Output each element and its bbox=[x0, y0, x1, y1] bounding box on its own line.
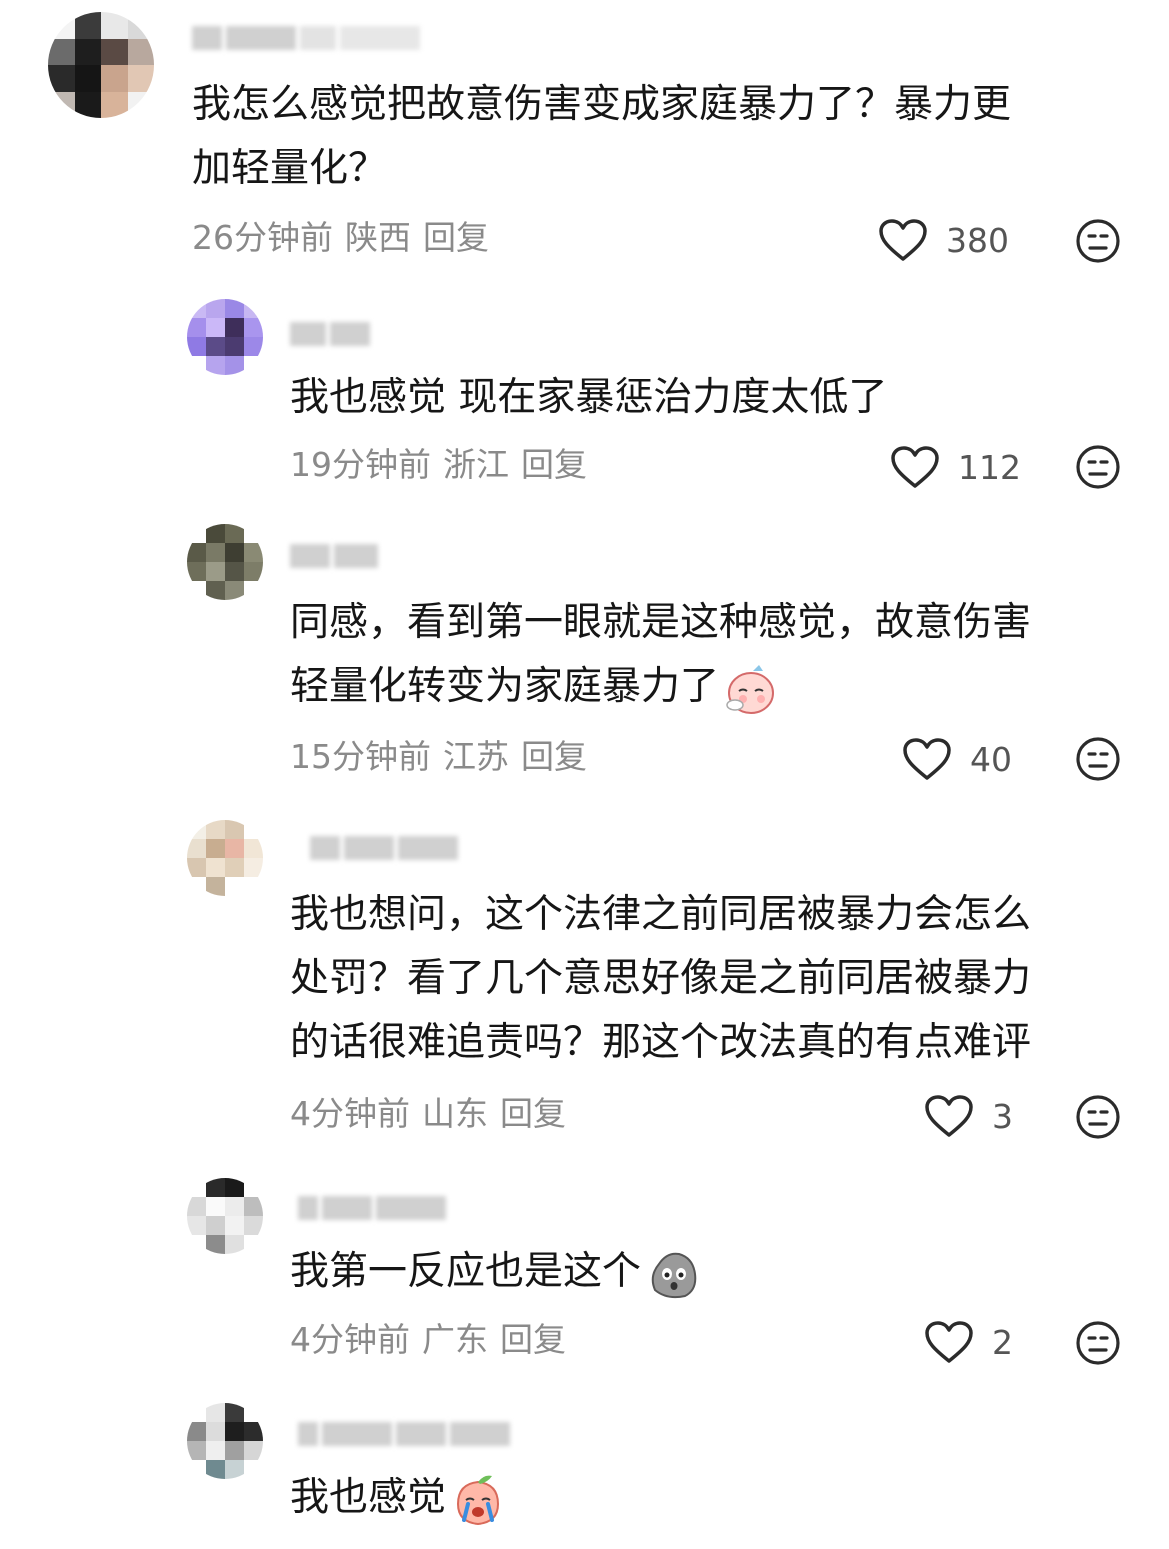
comment-text-line: 轻量化转变为家庭暴力了 bbox=[290, 664, 720, 709]
heart-icon bbox=[903, 738, 951, 780]
dislike-face-icon[interactable] bbox=[1075, 444, 1121, 490]
sighing-face-emoji bbox=[726, 664, 775, 714]
dislike-face-icon[interactable] bbox=[1075, 218, 1121, 264]
like-count: 3 bbox=[992, 1096, 1013, 1136]
like-button[interactable]: 40 bbox=[902, 735, 1012, 783]
username-blurred[interactable] bbox=[192, 22, 424, 52]
comment-text: 我也感觉 现在家暴惩治力度太低了 bbox=[290, 366, 887, 430]
dislike-face-icon[interactable] bbox=[1075, 736, 1121, 782]
comment-text-line: 处罚？看了几个意思好像是之前同居被暴力 bbox=[290, 956, 1032, 1001]
like-button[interactable]: 380 bbox=[878, 216, 1009, 264]
comment-meta: 19分钟前 浙江 回复 bbox=[290, 445, 599, 485]
avatar[interactable] bbox=[187, 1403, 263, 1479]
like-button[interactable]: 3 bbox=[924, 1092, 1013, 1140]
comment-text-line: 我也感觉 bbox=[290, 1475, 447, 1520]
comment-location: 山东 bbox=[422, 1094, 488, 1133]
comment-text: 我第一反应也是这个 bbox=[290, 1240, 701, 1304]
like-button[interactable]: 112 bbox=[890, 443, 1021, 491]
comment-time: 4分钟前 bbox=[290, 1320, 410, 1359]
comment-text-line: 的话很难追责吗？那这个改法真的有点难评 bbox=[290, 1020, 1032, 1065]
heart-icon bbox=[925, 1095, 973, 1137]
comment-meta: 15分钟前 江苏 回复 bbox=[290, 737, 599, 777]
dislike-face-icon[interactable] bbox=[1075, 1320, 1121, 1366]
comment-text-line: 我也想问，这个法律之前同居被暴力会怎么 bbox=[290, 892, 1032, 937]
comment-time: 4分钟前 bbox=[290, 1094, 410, 1133]
comment-location: 浙江 bbox=[443, 445, 509, 484]
comment-location: 江苏 bbox=[443, 737, 509, 776]
like-count: 112 bbox=[958, 447, 1021, 487]
reply-button[interactable]: 回复 bbox=[500, 1094, 566, 1133]
reply-button[interactable]: 回复 bbox=[500, 1320, 566, 1359]
comment-text-line: 我也感觉 现在家暴惩治力度太低了 bbox=[290, 375, 888, 420]
heart-icon bbox=[891, 446, 939, 488]
avatar[interactable] bbox=[187, 1178, 263, 1254]
reply-button[interactable]: 回复 bbox=[521, 445, 587, 484]
comment-text: 我也感觉 bbox=[290, 1466, 506, 1530]
heart-icon bbox=[879, 219, 927, 261]
comment-meta: 26分钟前 陕西 回复 bbox=[192, 218, 501, 258]
avatar[interactable] bbox=[48, 12, 154, 118]
comment-time: 15分钟前 bbox=[290, 737, 431, 776]
avatar[interactable] bbox=[187, 820, 263, 896]
like-count: 2 bbox=[992, 1322, 1013, 1362]
dislike-face-icon[interactable] bbox=[1075, 1094, 1121, 1140]
comment-location: 陕西 bbox=[345, 218, 411, 257]
username-blurred[interactable] bbox=[290, 540, 382, 570]
comment-text-line: 加轻量化？ bbox=[192, 146, 388, 191]
comment-text: 我怎么感觉把故意伤害变成家庭暴力了？暴力更 加轻量化？ bbox=[192, 73, 1011, 201]
reply-button[interactable]: 回复 bbox=[521, 737, 587, 776]
avatar[interactable] bbox=[187, 524, 263, 600]
username-blurred[interactable] bbox=[298, 1418, 514, 1448]
comment-meta: 4分钟前 广东 回复 bbox=[290, 1320, 578, 1360]
username-blurred[interactable] bbox=[290, 318, 374, 348]
username-blurred[interactable] bbox=[298, 1192, 450, 1222]
comment-text-line: 我第一反应也是这个 bbox=[290, 1249, 642, 1294]
comment-location: 广东 bbox=[422, 1320, 488, 1359]
comment-time: 19分钟前 bbox=[290, 445, 431, 484]
crying-peach-emoji bbox=[457, 1475, 500, 1525]
username-blurred[interactable] bbox=[310, 832, 462, 862]
like-count: 40 bbox=[970, 739, 1012, 779]
comment-meta: 4分钟前 山东 回复 bbox=[290, 1094, 578, 1134]
comment-text: 我也想问，这个法律之前同居被暴力会怎么 处罚？看了几个意思好像是之前同居被暴力 … bbox=[290, 883, 1031, 1075]
comment-text-line: 同感，看到第一眼就是这种感觉，故意伤害 bbox=[290, 600, 1032, 645]
like-button[interactable]: 2 bbox=[924, 1318, 1013, 1366]
like-count: 380 bbox=[946, 220, 1009, 260]
reply-button[interactable]: 回复 bbox=[423, 218, 489, 257]
comment-text-line-with-emoji: 我也感觉 bbox=[290, 1466, 506, 1530]
comment-item: 我怎么感觉把故意伤害变成家庭暴力了？暴力更 加轻量化？ 26分钟前 陕西 回复 38… bbox=[0, 0, 1169, 270]
comment-time: 26分钟前 bbox=[192, 218, 333, 257]
comment-text-line-with-emoji: 我第一反应也是这个 bbox=[290, 1240, 701, 1304]
heart-icon bbox=[925, 1321, 973, 1363]
comment-text: 同感，看到第一眼就是这种感觉，故意伤害 轻量化转变为家庭暴力了 bbox=[290, 591, 1031, 719]
shocked-rock-emoji bbox=[651, 1252, 697, 1298]
comment-text-line: 我怎么感觉把故意伤害变成家庭暴力了？暴力更 bbox=[192, 82, 1012, 127]
avatar[interactable] bbox=[187, 299, 263, 375]
comment-text-line-with-emoji: 轻量化转变为家庭暴力了 bbox=[290, 655, 1031, 719]
